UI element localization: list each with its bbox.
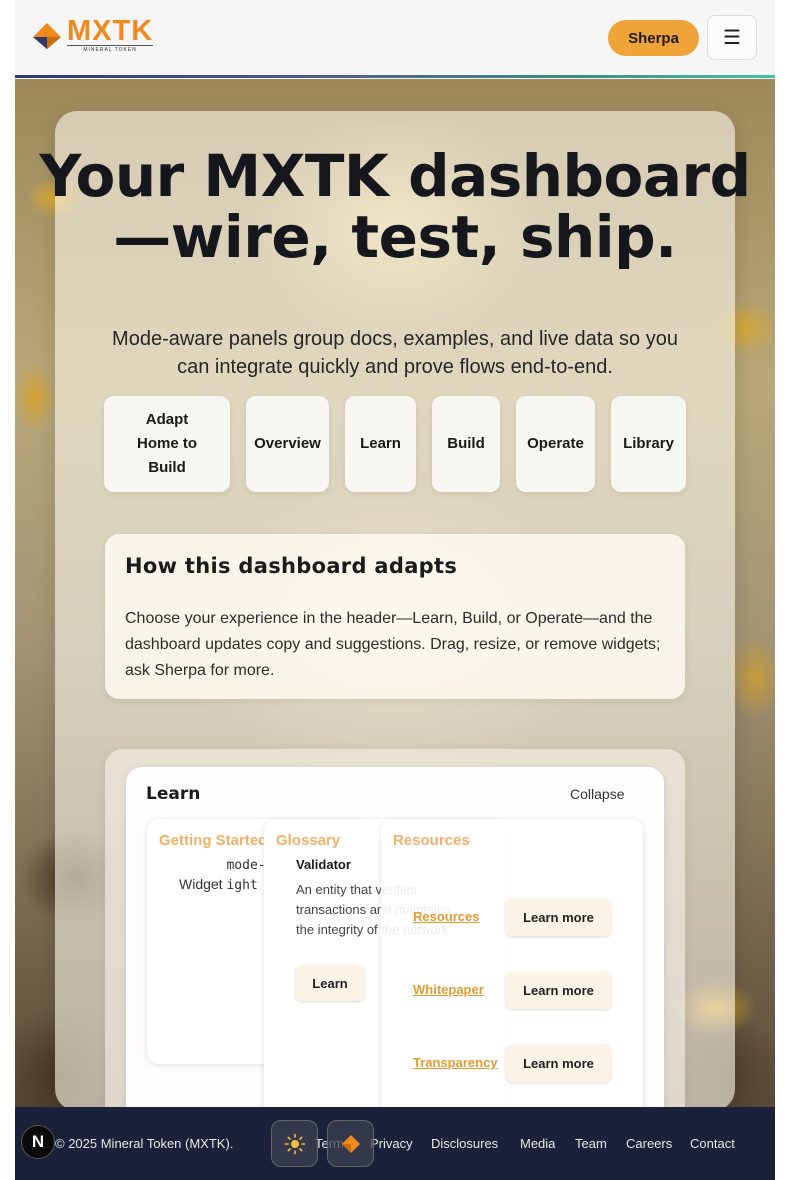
mxtk-diamond-icon[interactable] xyxy=(327,1120,374,1167)
footer-link-team[interactable]: Team xyxy=(575,1136,607,1151)
site-footer: © 2025 Mineral Token (MXTK). Terms Priva… xyxy=(15,1107,775,1180)
whitepaper-link[interactable]: Whitepaper xyxy=(413,982,484,997)
glossary-term: Validator xyxy=(296,857,351,872)
transparency-learn-more-button[interactable]: Learn more xyxy=(506,1045,611,1082)
logo-subtitle: MINERAL TOKEN xyxy=(67,45,154,53)
footer-link-contact[interactable]: Contact xyxy=(690,1136,735,1151)
footer-link-careers[interactable]: Careers xyxy=(626,1136,672,1151)
adapt-card-title: How this dashboard adapts xyxy=(125,554,458,578)
adapt-card-body: Choose your experience in the header—Lea… xyxy=(125,610,661,679)
tab-library[interactable]: Library xyxy=(611,396,686,492)
learn-panel-heading: Learn xyxy=(146,784,201,804)
footer-link-disclosures[interactable]: Disclosures xyxy=(431,1136,498,1151)
transparency-link[interactable]: Transparency xyxy=(413,1055,498,1070)
whitepaper-learn-more-button[interactable]: Learn more xyxy=(506,972,611,1009)
hamburger-menu-icon[interactable]: ☰ xyxy=(707,15,757,60)
app-frame: MXTK MINERAL TOKEN Sherpa ☰ Your MXTK da… xyxy=(15,0,775,1180)
tab-adapt-home-to-build[interactable]: Adapt Home to Build xyxy=(104,396,230,492)
resources-title: Resources xyxy=(393,832,470,849)
collapse-button[interactable]: Collapse xyxy=(570,786,624,802)
footer-copyright: © 2025 Mineral Token (MXTK). xyxy=(55,1136,234,1151)
tab-build[interactable]: Build xyxy=(432,396,500,492)
site-header: MXTK MINERAL TOKEN Sherpa ☰ xyxy=(15,0,775,79)
adapt-info-card: How this dashboard adapts Choose your ex… xyxy=(105,534,685,699)
logo-diamond-icon xyxy=(31,21,63,51)
glossary-learn-button[interactable]: Learn xyxy=(296,965,364,1001)
sherpa-button[interactable]: Sherpa xyxy=(608,20,699,56)
widget-text-prefix: Widget xyxy=(179,876,227,892)
tab-learn[interactable]: Learn xyxy=(345,396,416,492)
header-gradient-divider xyxy=(15,75,775,78)
mxtk-logo[interactable]: MXTK MINERAL TOKEN xyxy=(31,15,154,53)
glossary-title: Glossary xyxy=(276,832,341,849)
tab-operate[interactable]: Operate xyxy=(516,396,595,492)
logo-wordmark: MXTK xyxy=(67,15,154,47)
footer-link-media[interactable]: Media xyxy=(520,1136,555,1151)
tab-overview[interactable]: Overview xyxy=(246,396,329,492)
page-subtitle: Mode-aware panels group docs, examples, … xyxy=(112,328,678,378)
page-title: Your MXTK dashboard—wire, test, ship. xyxy=(39,142,751,271)
resources-link[interactable]: Resources xyxy=(413,909,479,924)
theme-toggle-sun-icon[interactable] xyxy=(271,1120,318,1167)
n-badge-icon[interactable]: N xyxy=(21,1125,55,1159)
resources-learn-more-button[interactable]: Learn more xyxy=(506,899,611,936)
getting-started-title: Getting Started xyxy=(159,832,268,849)
footer-link-privacy[interactable]: Privacy xyxy=(370,1136,413,1151)
